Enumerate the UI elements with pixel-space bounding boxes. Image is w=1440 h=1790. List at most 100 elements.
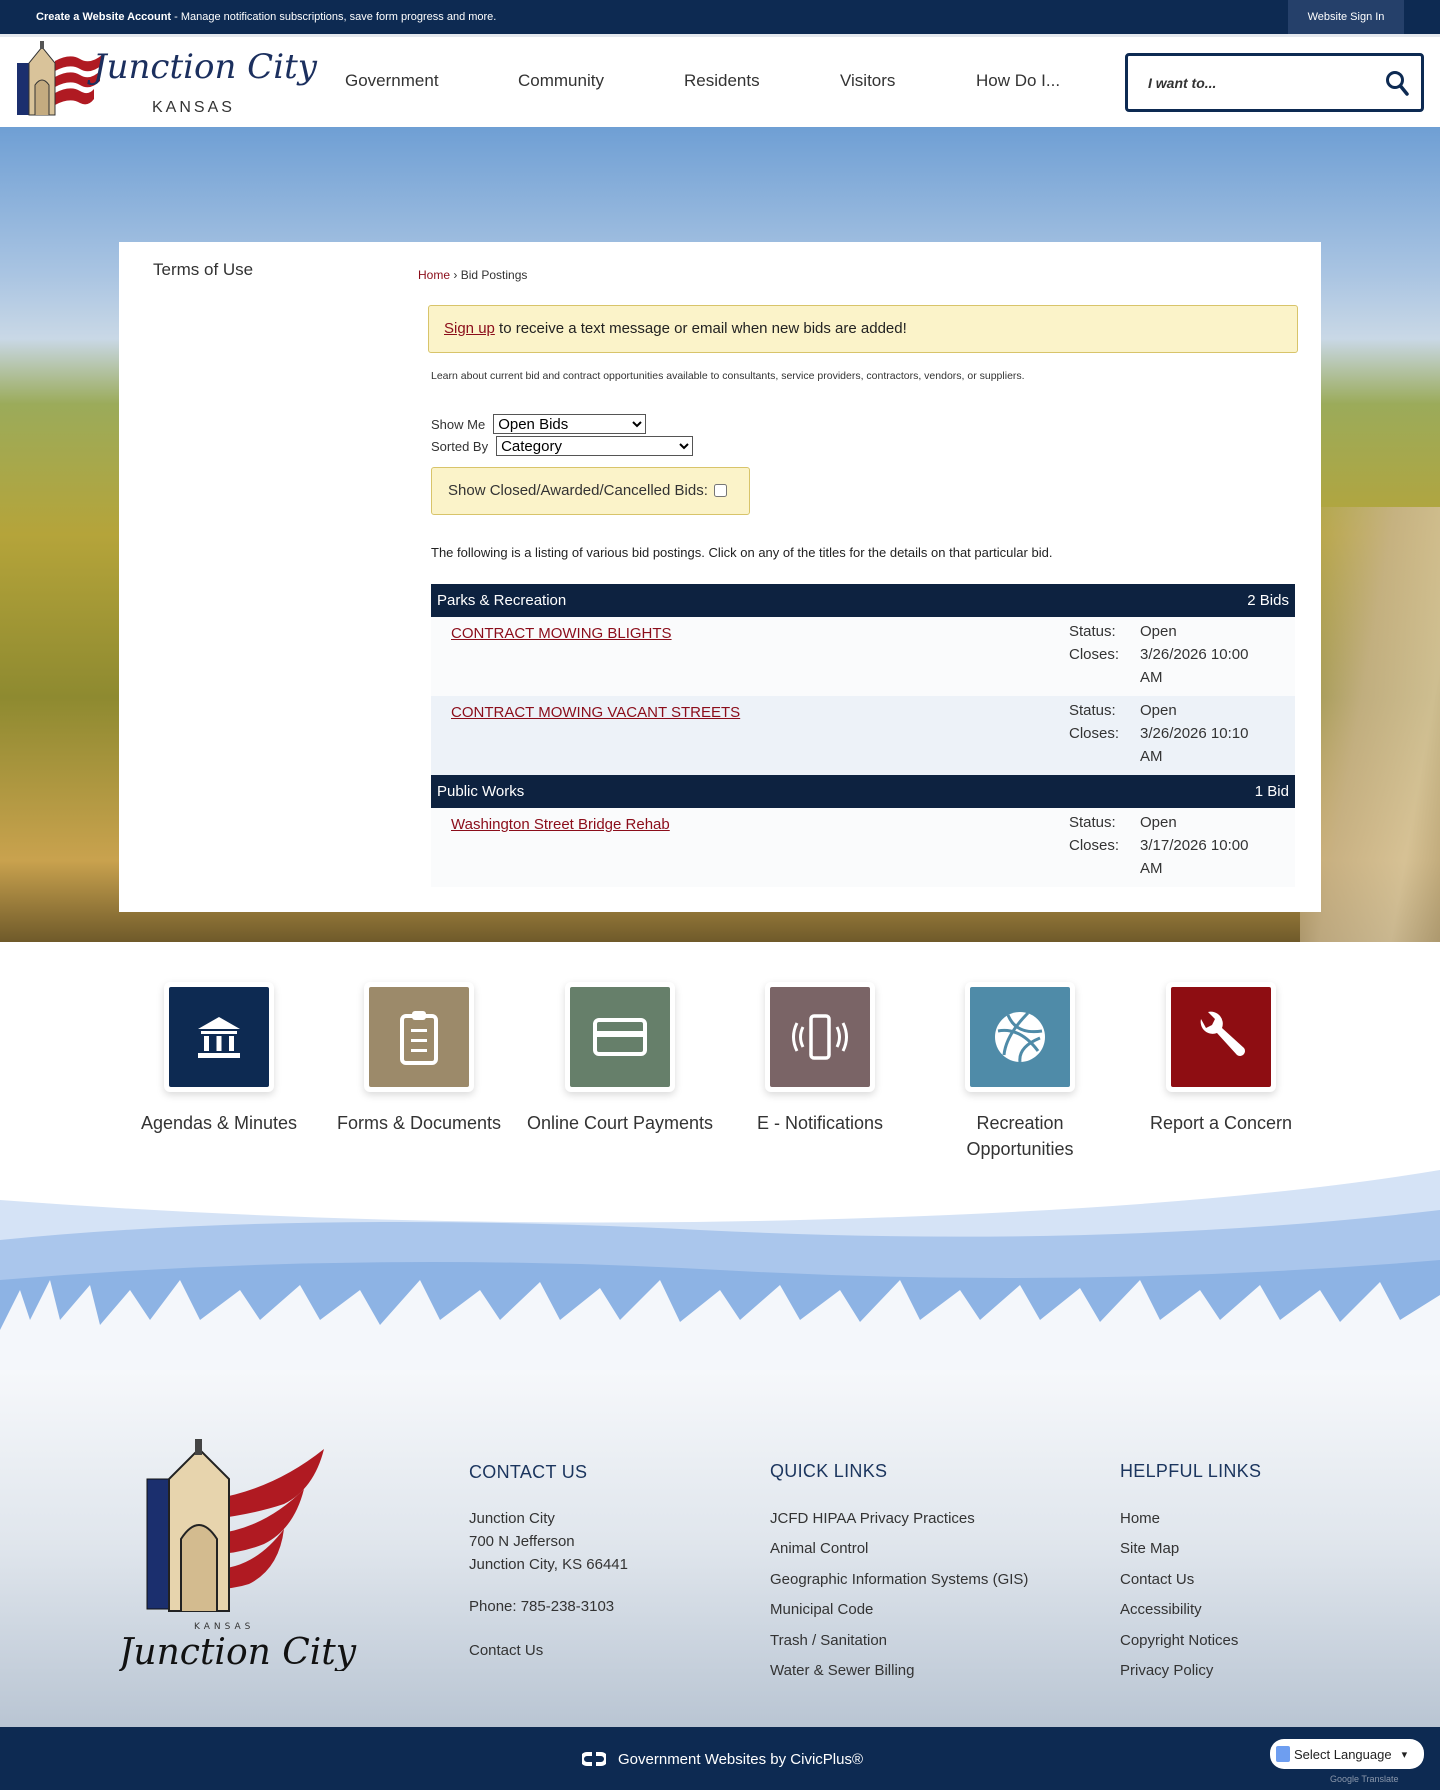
footer-link-home[interactable]: Home [1120, 1504, 1261, 1534]
sorted-by-label: Sorted By [431, 438, 489, 454]
footer-logo-emblem: KANSAS Junction City [119, 1439, 357, 1671]
sorted-by-select[interactable]: Category [496, 436, 694, 456]
status-value: Open [1140, 702, 1177, 719]
contact-address-1: 700 N Jefferson [469, 1533, 575, 1550]
nav-residents[interactable]: Residents [684, 71, 760, 91]
wrench-icon [1200, 1011, 1245, 1056]
category-header: Parks & Recreation 2 Bids [431, 584, 1295, 617]
footer-link-municipal-code[interactable]: Municipal Code [770, 1595, 1028, 1625]
site-header: Junction City KANSAS Government Communit… [0, 34, 1440, 127]
closes-label: Closes: [1069, 837, 1120, 854]
category-name: Parks & Recreation [437, 592, 567, 609]
category-count: 1 Bid [1254, 783, 1289, 800]
footer-link-accessibility[interactable]: Accessibility [1120, 1595, 1261, 1625]
svg-text:Junction City: Junction City [119, 1632, 357, 1671]
quick-link-label: E - Notifications [756, 1113, 884, 1133]
contact-address-2: Junction City, KS 66441 [469, 1556, 628, 1573]
footer-link-water-billing[interactable]: Water & Sewer Billing [770, 1656, 1028, 1686]
site-logo[interactable]: Junction City KANSAS [15, 41, 317, 121]
footer-link-gis[interactable]: Geographic Information Systems (GIS) [770, 1565, 1028, 1595]
sorted-by-filter: Sorted By Category [431, 436, 694, 456]
signup-alert: Sign up to receive a text message or ema… [428, 305, 1298, 353]
show-closed-checkbox[interactable] [713, 484, 727, 497]
intro-text: Learn about current bid and contract opp… [431, 370, 1025, 382]
show-me-filter: Show Me Open Bids [431, 414, 647, 434]
content-card: Terms of Use Home › Bid Postings Sign up… [119, 242, 1321, 912]
select-language-label: Select Language [1294, 1746, 1392, 1762]
phone-vibrate-icon [792, 1014, 848, 1060]
svg-text:KANSAS: KANSAS [194, 1622, 254, 1632]
bid-title-link[interactable]: CONTRACT MOWING BLIGHTS [451, 625, 672, 642]
footer-link-privacy[interactable]: Privacy Policy [1120, 1656, 1261, 1686]
select-language-dropdown[interactable]: Select Language ▾ [1270, 1739, 1424, 1769]
nav-community[interactable]: Community [518, 71, 604, 91]
powered-by-google-translate: Google Translate [1330, 1774, 1399, 1784]
create-account-link[interactable]: Create a Website Account [36, 11, 171, 23]
quick-link-recreation[interactable]: Recreation Opportunities [925, 982, 1115, 1162]
footer-helpful-links: HELPFUL LINKS Home Site Map Contact Us A… [1120, 1461, 1261, 1686]
footer-quick-links: QUICK LINKS JCFD HIPAA Privacy Practices… [770, 1461, 1028, 1686]
alert-text: to receive a text message or email when … [494, 320, 907, 337]
civicplus-credit: Government Websites by CivicPlus® [618, 1750, 864, 1768]
logo-name: Junction City [93, 47, 317, 87]
table-row: CONTRACT MOWING BLIGHTS Status: Open Clo… [431, 617, 1295, 696]
show-closed-label: Show Closed/Awarded/Cancelled Bids: [448, 482, 708, 499]
building-icon [198, 1017, 240, 1058]
sign-up-link[interactable]: Sign up [444, 320, 495, 337]
top-bar: Create a Website Account - Manage notifi… [0, 0, 1440, 34]
closes-value: 3/26/2026 10:10 AM [1140, 725, 1249, 765]
table-row: CONTRACT MOWING VACANT STREETS Status: O… [431, 696, 1295, 775]
site-footer: KANSAS Junction City CONTACT US Junction… [0, 1370, 1440, 1727]
basketball-icon [995, 1011, 1045, 1063]
footer-link-hipaa[interactable]: JCFD HIPAA Privacy Practices [770, 1504, 1028, 1534]
contact-name: Junction City [469, 1510, 555, 1527]
civicplus-link[interactable]: Government Websites by CivicPlus® [582, 1750, 863, 1768]
show-closed-bids-box: Show Closed/Awarded/Cancelled Bids: [431, 467, 750, 515]
account-message-text: - Manage notification subscriptions, sav… [171, 11, 497, 23]
closes-value: 3/17/2026 10:00 AM [1140, 837, 1249, 877]
closes-label: Closes: [1069, 725, 1120, 742]
bid-table: Parks & Recreation 2 Bids CONTRACT MOWING… [431, 584, 1295, 887]
status-label: Status: [1069, 702, 1116, 719]
quick-link-report-concern[interactable]: Report a Concern [1126, 982, 1316, 1136]
bid-title-link[interactable]: CONTRACT MOWING VACANT STREETS [451, 704, 740, 721]
nav-government[interactable]: Government [345, 71, 439, 91]
closes-value: 3/26/2026 10:00 AM [1140, 646, 1249, 686]
footer-link-trash[interactable]: Trash / Sanitation [770, 1626, 1028, 1656]
sidebar-item-terms-of-use[interactable]: Terms of Use [153, 260, 253, 280]
status-value: Open [1140, 814, 1177, 831]
logo-state: KANSAS [152, 99, 235, 116]
breadcrumb-current: Bid Postings [460, 268, 528, 282]
footer-contact: CONTACT US Junction City 700 N Jefferson… [469, 1462, 628, 1659]
footer-link-animal-control[interactable]: Animal Control [770, 1534, 1028, 1564]
quick-link-e-notifications[interactable]: E - Notifications [725, 982, 915, 1136]
bottom-bar: Government Websites by CivicPlus® Select… [0, 1727, 1440, 1790]
helpful-links-heading: HELPFUL LINKS [1120, 1461, 1262, 1481]
contact-us-link[interactable]: Contact Us [469, 1642, 628, 1659]
quick-link-court-payments[interactable]: Online Court Payments [525, 982, 715, 1136]
listing-text: The following is a listing of various bi… [431, 545, 1053, 560]
search-input[interactable]: I want to... [1125, 53, 1424, 112]
closes-label: Closes: [1069, 646, 1120, 663]
website-sign-in-button[interactable]: Website Sign In [1288, 0, 1404, 34]
quick-links-heading: QUICK LINKS [770, 1461, 888, 1481]
quick-link-label: Report a Concern [1149, 1113, 1293, 1133]
footer-link-copyright[interactable]: Copyright Notices [1120, 1626, 1261, 1656]
quick-link-agendas[interactable]: Agendas & Minutes [124, 982, 314, 1136]
google-translate-icon [1276, 1746, 1290, 1762]
chevron-down-icon: ▾ [1401, 1748, 1408, 1761]
show-me-label: Show Me [431, 416, 486, 432]
account-message: Create a Website Account - Manage notifi… [36, 11, 496, 23]
nav-visitors[interactable]: Visitors [840, 71, 895, 91]
search-placeholder: I want to... [1148, 75, 1217, 91]
nav-how-do-i[interactable]: How Do I... [976, 71, 1060, 91]
quick-link-forms[interactable]: Forms & Documents [324, 982, 514, 1136]
search-icon[interactable] [1385, 70, 1409, 96]
status-label: Status: [1069, 814, 1116, 831]
breadcrumb: Home › Bid Postings [418, 268, 527, 282]
breadcrumb-home[interactable]: Home [418, 268, 450, 282]
bid-title-link[interactable]: Washington Street Bridge Rehab [451, 816, 670, 833]
footer-link-contact-us[interactable]: Contact Us [1120, 1565, 1261, 1595]
footer-link-site-map[interactable]: Site Map [1120, 1534, 1261, 1564]
show-me-select[interactable]: Open Bids [493, 414, 647, 434]
